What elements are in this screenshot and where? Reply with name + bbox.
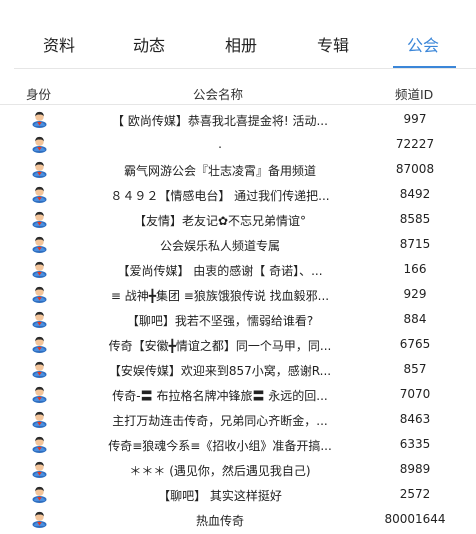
guild-name[interactable]: 主打万劫连击传奇，兄弟同心齐断金，... bbox=[100, 412, 340, 429]
guild-row[interactable]: 霸气网游公会『壮志凌霄』备用频道 87008 bbox=[0, 157, 476, 182]
guild-name[interactable]: . bbox=[100, 137, 340, 151]
header-identity: 身份 bbox=[26, 87, 52, 102]
tab-activity[interactable]: 动态 bbox=[109, 32, 189, 56]
member-avatar-icon bbox=[31, 135, 48, 153]
guild-name[interactable]: 传奇≡狼魂今系≡《招收小组》准备开搞... bbox=[100, 437, 340, 454]
member-avatar-icon bbox=[31, 460, 48, 478]
channel-id: 87008 bbox=[395, 162, 435, 176]
guild-row[interactable]: ８４９２【情感电台】 通过我们传递把... 8492 bbox=[0, 182, 476, 207]
guild-row[interactable]: ≡ 战神╋集团 ≡狼族饿狼传说 找血毅邪... 929 bbox=[0, 282, 476, 307]
guild-row[interactable]: 公会娱乐私人频道专属 8715 bbox=[0, 232, 476, 257]
guild-name[interactable]: 传奇【安徽╋情谊之都】同一个马甲，同... bbox=[100, 337, 340, 354]
member-avatar-icon bbox=[31, 385, 48, 403]
member-avatar-icon bbox=[31, 160, 48, 178]
profile-tab-bar: 资料 动态 相册 专辑 公会 bbox=[0, 0, 476, 69]
header-guild-name: 公会名称 bbox=[193, 87, 244, 102]
header-divider bbox=[0, 104, 476, 105]
member-avatar-icon bbox=[31, 410, 48, 428]
guild-row[interactable]: 主打万劫连击传奇，兄弟同心齐断金，... 8463 bbox=[0, 407, 476, 432]
header-channel-id: 频道ID bbox=[395, 87, 434, 102]
member-avatar-icon bbox=[31, 510, 48, 528]
channel-id: 72227 bbox=[395, 137, 435, 151]
tab-guild[interactable]: 公会 bbox=[383, 32, 463, 56]
guild-name[interactable]: 【 欧尚传媒】恭喜我北喜提金将! 活动... bbox=[100, 112, 340, 129]
guild-name[interactable]: 霸气网游公会『壮志凌霄』备用频道 bbox=[100, 162, 340, 179]
channel-id: 6765 bbox=[399, 337, 431, 351]
tab-collection[interactable]: 专辑 bbox=[293, 32, 373, 56]
member-avatar-icon bbox=[31, 310, 48, 328]
guild-name[interactable]: ≡ 战神╋集团 ≡狼族饿狼传说 找血毅邪... bbox=[100, 287, 340, 304]
member-avatar-icon bbox=[31, 485, 48, 503]
guild-row[interactable]: 【友情】老友记✿不忘兄弟情谊° 8585 bbox=[0, 207, 476, 232]
channel-id: 166 bbox=[403, 262, 427, 276]
channel-id: 8715 bbox=[399, 237, 431, 251]
guild-row[interactable]: 【 欧尚传媒】恭喜我北喜提金将! 活动... 997 bbox=[0, 107, 476, 132]
guild-name[interactable]: 【安娱传媒】欢迎来到857小窝，感谢R... bbox=[100, 362, 340, 379]
member-avatar-icon bbox=[31, 360, 48, 378]
guild-name[interactable]: 【友情】老友记✿不忘兄弟情谊° bbox=[100, 212, 340, 229]
guild-name[interactable]: 【爱尚传媒】 由衷的感谢【 奇诺】、... bbox=[100, 262, 340, 279]
tab-profile-info[interactable]: 资料 bbox=[19, 32, 99, 56]
guild-table-header: 身份 公会名称 频道ID bbox=[0, 82, 476, 104]
guild-row[interactable]: 传奇【安徽╋情谊之都】同一个马甲，同... 6765 bbox=[0, 332, 476, 357]
member-avatar-icon bbox=[31, 110, 48, 128]
member-avatar-icon bbox=[31, 185, 48, 203]
guild-row[interactable]: 传奇-〓 布拉格名牌冲锋旅〓 永远的回... 7070 bbox=[0, 382, 476, 407]
channel-id: 929 bbox=[403, 287, 427, 301]
guild-name[interactable]: 热血传奇 bbox=[100, 512, 340, 529]
channel-id: 2572 bbox=[399, 487, 431, 501]
guild-name[interactable]: 【聊吧】我若不坚强，懦弱给谁看? bbox=[100, 312, 340, 329]
channel-id: 884 bbox=[403, 312, 427, 326]
tab-album[interactable]: 相册 bbox=[201, 32, 281, 56]
channel-id: 8463 bbox=[399, 412, 431, 426]
guild-table-body: 【 欧尚传媒】恭喜我北喜提金将! 活动... 997 . 72227 霸气网游公会『… bbox=[0, 107, 476, 532]
guild-name[interactable]: ＊＊＊ (遇见你，然后遇见我自己) bbox=[100, 462, 340, 479]
channel-id: 857 bbox=[403, 362, 427, 376]
member-avatar-icon bbox=[31, 335, 48, 353]
guild-name[interactable]: 公会娱乐私人频道专属 bbox=[100, 237, 340, 254]
guild-row[interactable]: 【安娱传媒】欢迎来到857小窝，感谢R... 857 bbox=[0, 357, 476, 382]
channel-id: 7070 bbox=[399, 387, 431, 401]
tab-bar-divider bbox=[14, 68, 476, 69]
guild-row[interactable]: 传奇≡狼魂今系≡《招收小组》准备开搞... 6335 bbox=[0, 432, 476, 457]
guild-name[interactable]: 【聊吧】 其实这样挺好 bbox=[100, 487, 340, 504]
member-avatar-icon bbox=[31, 235, 48, 253]
member-avatar-icon bbox=[31, 210, 48, 228]
guild-row[interactable]: 【聊吧】 其实这样挺好 2572 bbox=[0, 482, 476, 507]
channel-id: 8492 bbox=[399, 187, 431, 201]
member-avatar-icon bbox=[31, 435, 48, 453]
guild-row[interactable]: 【爱尚传媒】 由衷的感谢【 奇诺】、... 166 bbox=[0, 257, 476, 282]
channel-id: 8585 bbox=[399, 212, 431, 226]
channel-id: 997 bbox=[403, 112, 427, 126]
guild-row[interactable]: ＊＊＊ (遇见你，然后遇见我自己) 8989 bbox=[0, 457, 476, 482]
channel-id: 8989 bbox=[399, 462, 431, 476]
guild-row[interactable]: 【聊吧】我若不坚强，懦弱给谁看? 884 bbox=[0, 307, 476, 332]
member-avatar-icon bbox=[31, 285, 48, 303]
guild-row[interactable]: . 72227 bbox=[0, 132, 476, 157]
guild-row[interactable]: 热血传奇 80001644 bbox=[0, 507, 476, 532]
member-avatar-icon bbox=[31, 260, 48, 278]
channel-id: 80001644 bbox=[384, 512, 446, 526]
guild-name[interactable]: 传奇-〓 布拉格名牌冲锋旅〓 永远的回... bbox=[100, 387, 340, 404]
guild-name[interactable]: ８４９２【情感电台】 通过我们传递把... bbox=[100, 187, 340, 204]
channel-id: 6335 bbox=[399, 437, 431, 451]
